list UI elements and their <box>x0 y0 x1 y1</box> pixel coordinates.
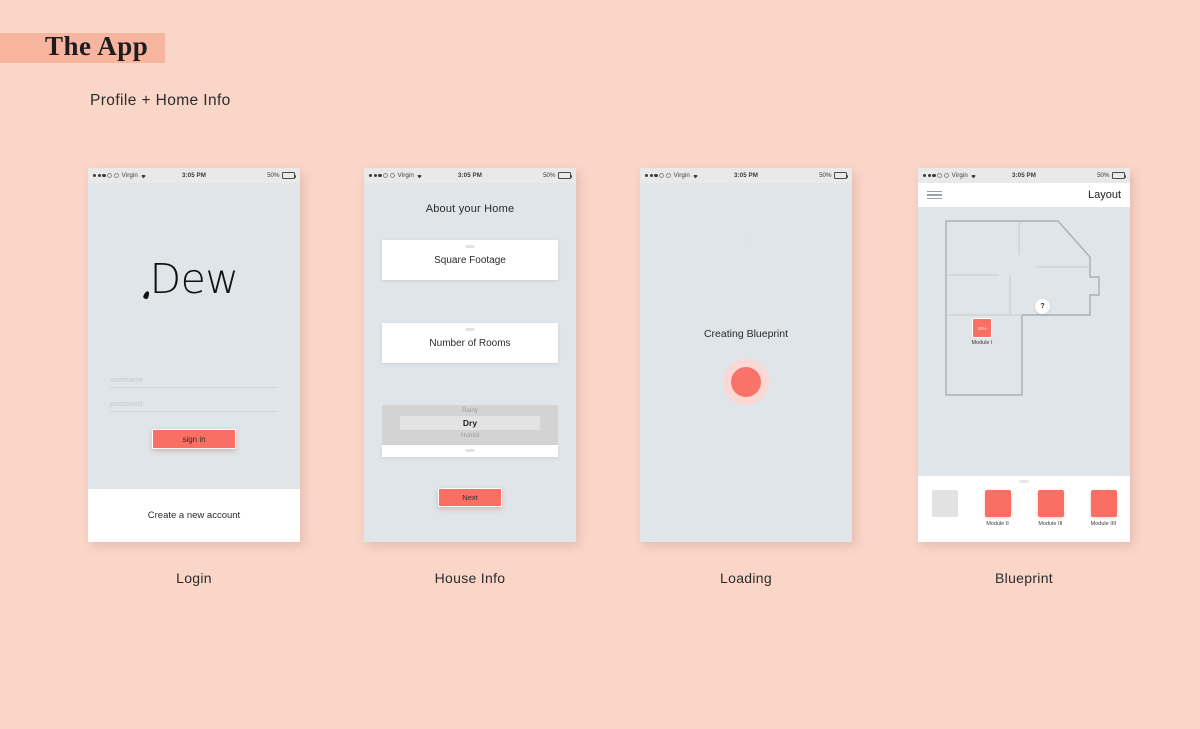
tray-item-empty[interactable] <box>923 490 967 521</box>
tray-item-module-2[interactable]: Module II <box>976 490 1020 527</box>
page-title: The App <box>45 31 149 61</box>
help-badge-icon[interactable]: ? <box>1035 299 1050 314</box>
loading-status-label: Creating Blueprint <box>703 328 789 340</box>
app-logo: Dew <box>88 255 300 303</box>
battery-icon <box>834 172 849 179</box>
spinner-core <box>731 367 761 397</box>
house-info-title: About your Home <box>425 203 515 215</box>
nav-title: Layout <box>1087 189 1121 201</box>
status-bar: Virgin 3:05 PM 50% <box>88 168 300 183</box>
screen-loading: Virgin 3:05 PM 50% Creating Blueprint <box>640 168 852 542</box>
card-handle-icon <box>741 238 751 241</box>
caption-house-info: House Info <box>434 570 506 586</box>
battery-icon <box>282 172 297 179</box>
username-input[interactable]: username <box>110 375 278 388</box>
caption-blueprint: Blueprint <box>995 570 1053 586</box>
battery-icon <box>558 172 573 179</box>
next-button[interactable]: Next <box>438 488 502 507</box>
tray-item-module-3[interactable]: Module III <box>1029 490 1073 527</box>
sign-in-button[interactable]: sign in <box>152 429 236 449</box>
floor-plan-canvas[interactable]: 30% Module I ? <box>918 207 1130 476</box>
picker-footer-card <box>382 445 558 457</box>
card-handle-icon <box>465 449 475 452</box>
tray-item-module-4[interactable]: Module IIII <box>1082 490 1126 527</box>
square-footage-label: Square Footage <box>434 254 506 266</box>
status-bar: Virgin 3:05 PM 50% <box>640 168 852 183</box>
house-info-body: About your Home Square Footage Number of… <box>364 183 576 542</box>
status-bar-right: 50% <box>267 172 297 179</box>
app-logo-text: Dew <box>149 255 239 303</box>
picker-option-humid[interactable]: Humid <box>382 430 558 441</box>
hamburger-icon[interactable] <box>927 190 942 200</box>
battery-icon <box>1112 172 1127 179</box>
status-bar-right: 50% <box>543 172 573 179</box>
battery-percent-label: 50% <box>543 172 556 179</box>
tray-square-module-2[interactable] <box>984 490 1011 517</box>
status-bar: Virgin 3:05 PM 50% <box>918 168 1130 183</box>
picker-option-dry[interactable]: Dry <box>400 416 540 430</box>
humidity-picker[interactable]: Rainy Dry Humid <box>382 405 558 446</box>
phone-mockup-blueprint: Virgin 3:05 PM 50% Layout 30% Module I ?… <box>918 168 1130 542</box>
battery-percent-label: 50% <box>819 172 832 179</box>
floor-plan-drawing <box>945 220 1100 396</box>
status-bar-right: 50% <box>819 172 849 179</box>
tray-label-module-4: Module IIII <box>1090 521 1117 527</box>
caption-loading: Loading <box>720 570 772 586</box>
loading-spinner-icon <box>723 359 769 405</box>
phone-mockup-house-info: Virgin 3:05 PM 50% About your Home Squar… <box>364 168 576 542</box>
module-tray: Module II Module III Module IIII <box>918 476 1130 542</box>
tray-label-module-3: Module III <box>1038 521 1063 527</box>
placed-module-value: 30% <box>977 325 987 331</box>
number-of-rooms-input[interactable]: Number of Rooms <box>382 323 558 363</box>
caption-login: Login <box>176 570 212 586</box>
tray-square-empty[interactable] <box>931 490 958 517</box>
battery-percent-label: 50% <box>1097 172 1110 179</box>
page-subtitle: Profile + Home Info <box>90 92 231 109</box>
navigation-bar: Layout <box>918 183 1130 207</box>
screen-blueprint: Virgin 3:05 PM 50% Layout 30% Module I ?… <box>918 168 1130 542</box>
status-bar: Virgin 3:05 PM 50% <box>364 168 576 183</box>
placed-module-label: Module I <box>971 340 993 346</box>
tray-square-module-3[interactable] <box>1037 490 1064 517</box>
create-account-link[interactable]: Create a new account <box>88 489 300 542</box>
status-bar-right: 50% <box>1097 172 1127 179</box>
square-footage-input[interactable]: Square Footage <box>382 240 558 280</box>
battery-percent-label: 50% <box>267 172 280 179</box>
phone-mockup-loading: Virgin 3:05 PM 50% Creating Blueprint <box>640 168 852 542</box>
tray-handle-icon <box>1019 480 1029 483</box>
screen-login: Virgin 3:05 PM 50% Dew username password… <box>88 168 300 542</box>
tray-label-module-2: Module II <box>986 521 1009 527</box>
login-body: Dew username password sign in Create a n… <box>88 183 300 542</box>
card-handle-icon <box>465 245 475 248</box>
loading-body: Creating Blueprint <box>640 183 852 542</box>
card-handle-icon <box>465 328 475 331</box>
placed-module-block[interactable]: 30% <box>972 318 992 338</box>
tray-square-module-4[interactable] <box>1090 490 1117 517</box>
number-of-rooms-label: Number of Rooms <box>429 337 511 349</box>
picker-option-rainy[interactable]: Rainy <box>382 405 558 416</box>
screen-house-info: Virgin 3:05 PM 50% About your Home Squar… <box>364 168 576 542</box>
password-input[interactable]: password <box>110 399 278 412</box>
phone-mockup-login: Virgin 3:05 PM 50% Dew username password… <box>88 168 300 542</box>
